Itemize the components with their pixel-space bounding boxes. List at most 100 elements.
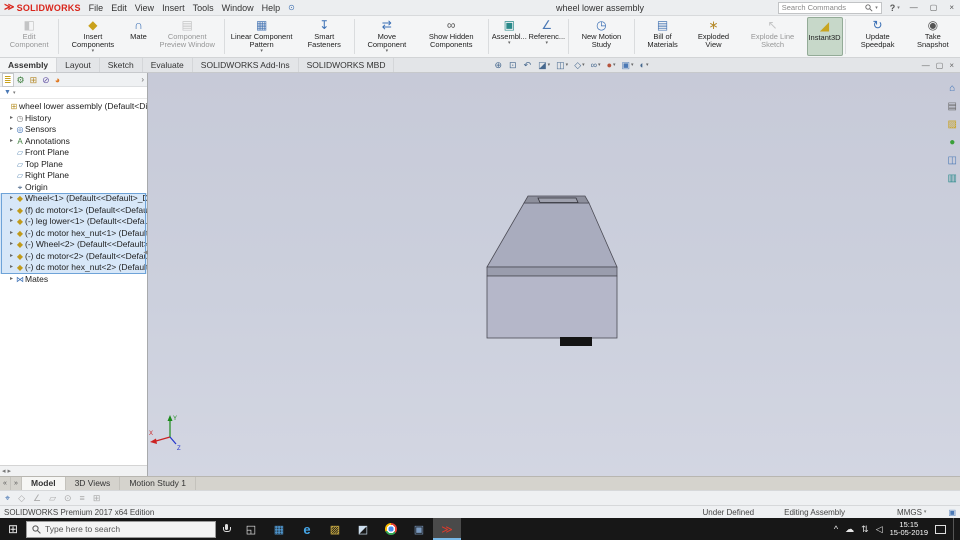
pin-icon[interactable]: ⊙ (288, 3, 295, 12)
tree-item[interactable]: ▱ Front Plane (0, 147, 147, 159)
ribbon-button[interactable] (567, 19, 569, 54)
ribbon-button[interactable] (223, 19, 225, 54)
ribbon-button[interactable]: ∠ Referenc... ▾ (528, 17, 566, 56)
filter-funnel-icon[interactable]: ▼ (4, 89, 11, 96)
document-tab[interactable]: Model (22, 477, 66, 490)
command-tab[interactable]: Assembly (0, 58, 58, 72)
design-library-icon[interactable]: ▨ (948, 119, 957, 130)
ribbon-button[interactable] (354, 19, 356, 54)
expand-arrow-icon[interactable]: ▸ (8, 251, 15, 263)
status-pane-icon[interactable]: ▣ (948, 508, 956, 517)
zoom-fit-icon[interactable]: ⊕ (494, 60, 503, 71)
filter-caret-icon[interactable]: ▾ (13, 90, 16, 96)
dimxpertmanager-tab[interactable]: ⊘ (41, 74, 51, 86)
tree-item[interactable]: ▸ ◆ (-) dc motor hex_nut<1> (Default<< (0, 227, 147, 239)
menu-item[interactable]: View (135, 3, 154, 13)
file-explorer-icon[interactable]: ▨ (321, 518, 349, 540)
filter-vertices-icon[interactable]: ◇ (18, 493, 25, 504)
ribbon-button[interactable]: ⇄ Move Component ▾ (357, 17, 416, 56)
tab-scroll-right[interactable]: » (11, 477, 22, 490)
menu-item[interactable]: Tools (193, 3, 214, 13)
home-icon[interactable]: ⌂ (949, 83, 955, 94)
ribbon-button[interactable] (487, 19, 489, 54)
view-orientation-icon[interactable]: ◫ ▾ (556, 60, 568, 71)
onedrive-icon[interactable]: ☁ (845, 524, 854, 535)
expand-arrow-icon[interactable]: ▸ (8, 205, 15, 217)
taskbar-search[interactable] (26, 520, 216, 538)
model-roof-face[interactable] (486, 202, 618, 268)
tree-item[interactable]: ▱ Right Plane (0, 170, 147, 182)
command-tab[interactable]: Evaluate (143, 58, 193, 72)
doc-close-button[interactable]: × (949, 61, 954, 70)
command-search-input[interactable] (781, 3, 864, 12)
previous-view-icon[interactable]: ↶ (524, 60, 533, 71)
ribbon-button[interactable]: ▤ Component Preview Window (153, 17, 222, 56)
network-icon[interactable]: ⇅ (861, 524, 869, 535)
model-body[interactable] (486, 275, 618, 339)
ribbon-button[interactable] (58, 19, 60, 54)
tree-item[interactable]: ▸ ⋈ Mates (0, 274, 147, 286)
menu-item[interactable]: Window (222, 3, 254, 13)
app-icon[interactable]: ▣ (405, 518, 433, 540)
start-button[interactable]: ⊞ (0, 522, 26, 536)
apply-scene-icon[interactable]: ▣ ▾ (622, 60, 634, 71)
expand-arrow-icon[interactable]: ▸ (8, 124, 15, 136)
custom-properties-icon[interactable]: ▥ (948, 173, 957, 184)
select-filter-icon[interactable]: ⌖ (5, 493, 10, 504)
tab-scroll-left[interactable]: « (0, 477, 11, 490)
command-tab[interactable]: SOLIDWORKS Add-Ins (193, 58, 299, 72)
expand-arrow-icon[interactable]: ▸ (8, 136, 15, 148)
ribbon-button[interactable]: ◧ Edit Component (2, 17, 56, 56)
close-button[interactable]: × (947, 3, 956, 12)
snap-points-icon[interactable]: ⊙ (64, 493, 72, 504)
expand-arrow-icon[interactable]: ▸ (8, 262, 15, 274)
tree-filter-bar[interactable]: ▼ ▾ (0, 87, 147, 99)
solidworks-taskbar-icon[interactable]: ≫ (433, 518, 461, 540)
doc-restore-button[interactable]: ▢ (936, 61, 944, 70)
ribbon-button[interactable]: ↻ Update Speedpak (848, 17, 908, 56)
tree-item[interactable]: ▸ ◎ Sensors (0, 124, 147, 136)
tree-horizontal-scrollbar[interactable]: ◂ ▸ (0, 465, 147, 476)
hide-show-items-icon[interactable]: ∞ ▾ (591, 60, 601, 70)
document-tab[interactable]: 3D Views (66, 477, 121, 490)
tree-item[interactable]: ▸ ◆ (-) leg lower<1> (Default<<Default> (0, 216, 147, 228)
manager-tabs-chevron-icon[interactable]: › (141, 75, 144, 84)
snap-lines-icon[interactable]: ≡ (80, 493, 85, 503)
expand-arrow-icon[interactable]: ▸ (8, 274, 15, 286)
model-top-slot[interactable] (537, 197, 579, 203)
chrome-icon[interactable] (377, 518, 405, 540)
model-connector-tab[interactable] (560, 337, 592, 346)
section-view-icon[interactable]: ◪ ▾ (538, 60, 550, 71)
tree-item[interactable]: ⌖ Origin (0, 182, 147, 194)
tray-chevron-icon[interactable]: ^ (834, 524, 838, 534)
command-tab[interactable]: Sketch (100, 58, 143, 72)
ribbon-button[interactable]: ∞ Show Hidden Components (417, 17, 486, 56)
model-band[interactable] (486, 266, 618, 277)
tree-item[interactable]: ▸ A Annotations (0, 136, 147, 148)
tree-item[interactable]: ▸ ◆ (-) dc motor hex_nut<2> (Default<< (0, 262, 147, 274)
ribbon-button[interactable]: ∩ Mate (125, 17, 153, 56)
taskbar-search-input[interactable] (45, 524, 195, 534)
show-desktop-button[interactable] (953, 518, 957, 540)
edit-appearance-icon[interactable]: ● ▾ (607, 60, 616, 70)
help-button[interactable]: ? ▾ (890, 3, 900, 13)
ribbon-button[interactable]: ↖ Explode Line Sketch (739, 17, 807, 56)
filter-edges-icon[interactable]: ∠ (33, 493, 41, 504)
menu-item[interactable]: Edit (111, 3, 127, 13)
zoom-area-icon[interactable]: ⊡ (509, 60, 518, 71)
expand-arrow-icon[interactable]: ▸ (8, 193, 15, 205)
ribbon-button[interactable] (633, 19, 635, 54)
minimize-button[interactable]: — (908, 3, 920, 12)
displaymanager-tab[interactable]: ◕ (54, 74, 61, 86)
ribbon-button[interactable]: ◢ Instant3D (806, 17, 843, 56)
view-settings-icon[interactable]: ◐ ▾ (640, 60, 649, 70)
ribbon-button[interactable] (844, 19, 846, 54)
ribbon-button[interactable]: ▣ Assembl... ▾ (491, 17, 528, 56)
tree-item[interactable]: ▸ ◆ (-) dc motor<2> (Default<<Default> (0, 250, 147, 263)
ribbon-button[interactable]: ↧ Smart Fasteners (296, 17, 352, 56)
configurationmanager-tab[interactable]: ⊞ (29, 74, 39, 86)
edge-icon[interactable]: e (293, 518, 321, 540)
view-palette-icon[interactable]: ◫ (948, 155, 957, 166)
tree-item[interactable]: ▸ ◆ (-) Wheel<2> (Default<<Default>_D (0, 239, 147, 251)
propertymanager-tab[interactable]: ⚙ (16, 74, 26, 86)
